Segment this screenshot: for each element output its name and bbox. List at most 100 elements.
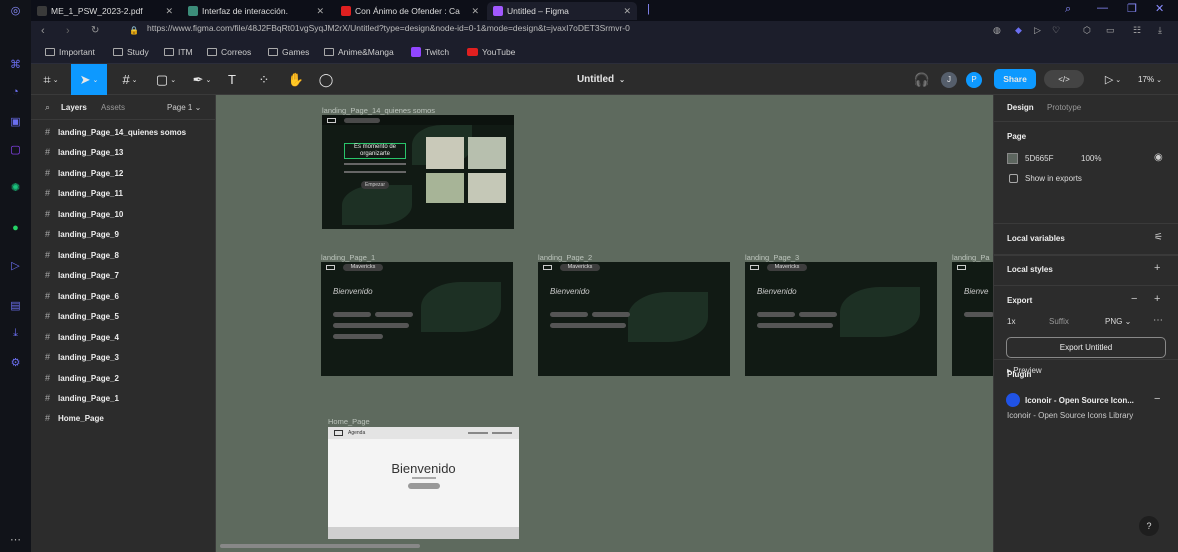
layer-row[interactable]: # landing_Page_8 bbox=[45, 250, 119, 260]
shape-tool-icon[interactable]: ▢ ⌄ bbox=[151, 64, 181, 95]
frame-home-page[interactable]: Agenda Bienvenido bbox=[328, 427, 519, 539]
frame-landing-page-partial[interactable]: Bienve bbox=[952, 262, 993, 376]
export-button[interactable]: Export Untitled bbox=[1006, 337, 1166, 358]
move-tool-icon[interactable]: ➤ ⌄ bbox=[71, 64, 107, 95]
layer-row[interactable]: # landing_Page_14_quienes somos bbox=[45, 127, 186, 137]
url-field[interactable]: https://www.figma.com/file/48J2FBqRt01vg… bbox=[147, 23, 630, 33]
send-icon[interactable]: ▷ bbox=[8, 258, 23, 273]
forward-icon[interactable]: › bbox=[66, 25, 70, 37]
close-icon[interactable]: ✕ bbox=[471, 6, 479, 17]
layer-row[interactable]: # landing_Page_12 bbox=[45, 168, 123, 178]
close-icon[interactable]: ✕ bbox=[165, 6, 173, 17]
remove-icon[interactable]: − bbox=[1154, 393, 1160, 405]
tab-assets[interactable]: Assets bbox=[101, 103, 125, 112]
tab-design[interactable]: Design bbox=[1007, 103, 1034, 112]
settings-icon[interactable]: ⚙ bbox=[8, 355, 23, 370]
avatar-p[interactable]: P bbox=[966, 64, 982, 95]
send-icon[interactable]: ▷ bbox=[1034, 25, 1041, 36]
share-button[interactable]: Share bbox=[994, 69, 1036, 89]
settings-icon[interactable]: ☷ bbox=[1133, 25, 1141, 36]
layer-row[interactable]: # landing_Page_1 bbox=[45, 393, 119, 403]
tab-layers[interactable]: Layers bbox=[61, 103, 87, 112]
bookmark-study[interactable]: Study bbox=[113, 47, 149, 57]
vpn-icon[interactable]: ◆ bbox=[1015, 25, 1022, 36]
more-options-icon[interactable]: ⋯ bbox=[1153, 315, 1163, 326]
layer-row[interactable]: # landing_Page_2 bbox=[45, 373, 119, 383]
tab-figma[interactable]: Untitled – Figma ✕ bbox=[487, 2, 637, 20]
close-icon[interactable]: ✕ bbox=[316, 6, 324, 17]
frame-label[interactable]: landing_Pa bbox=[952, 253, 990, 262]
page-selector[interactable]: Page 1 ⌄ bbox=[167, 103, 201, 112]
heart-icon[interactable]: ♡ bbox=[1052, 25, 1060, 36]
horizontal-scrollbar[interactable] bbox=[220, 544, 420, 548]
whatsapp-icon[interactable]: ● bbox=[8, 220, 23, 235]
text-tool-icon[interactable]: T bbox=[221, 64, 243, 95]
checkbox[interactable] bbox=[1009, 174, 1018, 183]
download-icon[interactable]: ⤓ bbox=[1158, 25, 1162, 36]
frame-landing-page-14[interactable]: Es momento de organizarte Empezar bbox=[322, 115, 514, 229]
bookmark-itm[interactable]: ITM bbox=[164, 47, 193, 57]
plugin-name[interactable]: Iconoir - Open Source Icon... bbox=[1025, 396, 1134, 405]
wallet-icon[interactable]: ▤ bbox=[8, 298, 23, 313]
present-icon[interactable]: ▷ ⌄ bbox=[1099, 64, 1127, 95]
zoom-menu[interactable]: 17% ⌄ bbox=[1135, 64, 1165, 95]
extensions-icon[interactable]: ▭ bbox=[1106, 25, 1115, 36]
frame-landing-page-1[interactable]: Mavericks Bienvenido bbox=[321, 262, 513, 376]
layer-row[interactable]: # Home_Page bbox=[45, 413, 104, 423]
file-name[interactable]: Untitled ⌄ bbox=[551, 64, 651, 95]
eye-icon[interactable]: ◉ bbox=[1154, 152, 1163, 163]
design-canvas[interactable]: landing_Page_14_quienes somos Es momento… bbox=[216, 95, 993, 552]
layer-row[interactable]: # landing_Page_13 bbox=[45, 147, 123, 157]
minimize-icon[interactable]: — bbox=[1097, 2, 1108, 14]
frame-landing-page-3[interactable]: Mavericks Bienvenido bbox=[745, 262, 937, 376]
headphones-icon[interactable]: 🎧 bbox=[911, 64, 933, 95]
add-icon[interactable]: + bbox=[1154, 293, 1160, 305]
layer-row[interactable]: # landing_Page_10 bbox=[45, 209, 123, 219]
page-color-value[interactable]: 5D665F bbox=[1025, 154, 1053, 163]
layer-row[interactable]: # landing_Page_9 bbox=[45, 229, 119, 239]
maximize-icon[interactable]: ❐ bbox=[1127, 2, 1137, 15]
hand-tool-icon[interactable]: ✋ bbox=[285, 64, 307, 95]
export-format[interactable]: PNG ⌄ bbox=[1105, 317, 1131, 326]
bookmark-twitch[interactable]: Twitch bbox=[411, 47, 449, 57]
layer-row[interactable]: # landing_Page_7 bbox=[45, 270, 119, 280]
bookmark-correos[interactable]: Correos bbox=[207, 47, 251, 57]
dev-mode-toggle[interactable]: </> bbox=[1044, 70, 1084, 88]
frame-tool-icon[interactable]: # ⌄ bbox=[115, 64, 145, 95]
frame-label[interactable]: landing_Page_3 bbox=[745, 253, 799, 262]
bag-icon[interactable]: ▣ bbox=[8, 114, 23, 129]
chatgpt-icon[interactable]: ✺ bbox=[8, 180, 23, 195]
new-tab-icon[interactable]: | bbox=[647, 3, 650, 15]
export-scale[interactable]: 1x bbox=[1007, 317, 1015, 326]
frame-label[interactable]: landing_Page_1 bbox=[321, 253, 375, 262]
frame-label[interactable]: landing_Page_2 bbox=[538, 253, 592, 262]
bookmark-important[interactable]: Important bbox=[45, 47, 95, 57]
variables-icon[interactable]: ⚟ bbox=[1154, 232, 1163, 243]
resources-icon[interactable]: ⁘ bbox=[253, 64, 275, 95]
color-swatch[interactable] bbox=[1007, 153, 1018, 164]
layer-row[interactable]: # landing_Page_6 bbox=[45, 291, 119, 301]
box-icon[interactable]: ⬡ bbox=[1083, 25, 1091, 36]
tab-pdf[interactable]: ME_1_PSW_2023-2.pdf ✕ bbox=[31, 2, 179, 20]
help-button[interactable]: ? bbox=[1139, 516, 1159, 536]
bookmark-anime[interactable]: Anime&Manga bbox=[324, 47, 394, 57]
tab-prototype[interactable]: Prototype bbox=[1047, 103, 1081, 112]
tab-interfaz[interactable]: Interfaz de interacción. ✕ bbox=[182, 2, 330, 20]
search-icon[interactable]: ⌕ bbox=[1065, 3, 1071, 16]
layer-row[interactable]: # landing_Page_3 bbox=[45, 352, 119, 362]
reload-icon[interactable]: ↻ bbox=[91, 25, 99, 36]
export-suffix-input[interactable]: Suffix bbox=[1049, 317, 1069, 326]
frame-label[interactable]: Home_Page bbox=[328, 417, 370, 426]
local-variables-section[interactable]: Local variables ⚟ bbox=[994, 223, 1178, 254]
frame-landing-page-2[interactable]: Mavericks Bienvenido bbox=[538, 262, 730, 376]
avatar-j[interactable]: J bbox=[941, 64, 957, 95]
layer-row[interactable]: # landing_Page_5 bbox=[45, 311, 119, 321]
layer-row[interactable]: # landing_Page_11 bbox=[45, 188, 123, 198]
page-opacity-value[interactable]: 100% bbox=[1081, 154, 1101, 163]
remove-icon[interactable]: − bbox=[1131, 293, 1137, 305]
close-window-icon[interactable]: ✕ bbox=[1155, 2, 1164, 15]
tab-youtube[interactable]: Con Ánimo de Ofender : Ca ✕ bbox=[335, 2, 485, 20]
frame-label[interactable]: landing_Page_14_quienes somos bbox=[322, 106, 435, 115]
camera-icon[interactable]: ◍ bbox=[993, 25, 1001, 36]
main-menu-icon[interactable]: ⌗ ⌄ bbox=[35, 64, 67, 95]
